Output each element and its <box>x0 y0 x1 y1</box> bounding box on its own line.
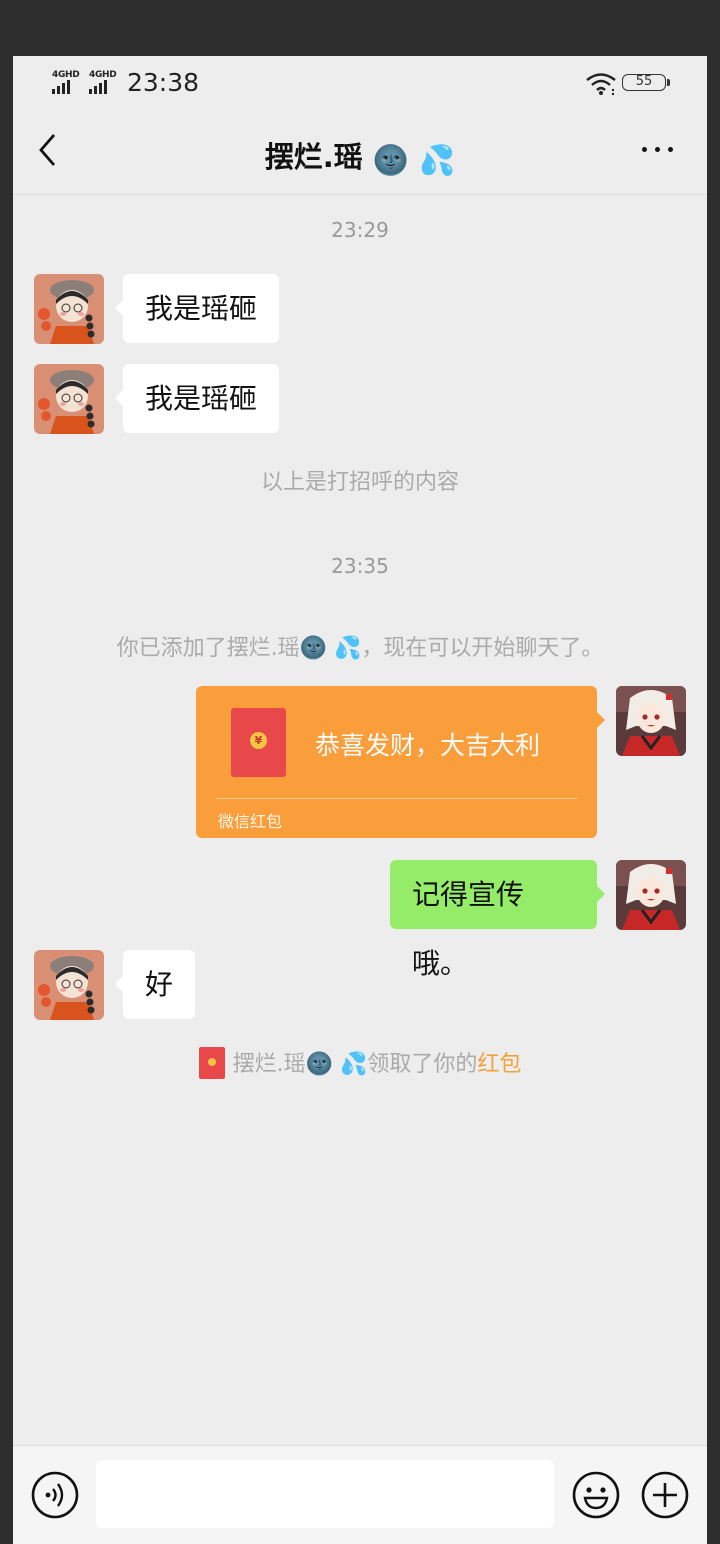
battery-icon: 55 <box>622 74 670 91</box>
emoji-icon[interactable] <box>571 1470 621 1520</box>
added-friend-note: 你已添加了摆烂.瑶🌚 💦，现在可以开始聊天了。 <box>13 630 707 662</box>
avatar-self[interactable] <box>616 686 686 756</box>
network-type: 4GHD <box>52 70 80 80</box>
added-note-suffix: ，现在可以开始聊天了。 <box>361 636 604 661</box>
message-bubble-sent[interactable]: 记得宣传哦。 <box>390 860 605 980</box>
status-time: 23:38 <box>127 68 200 97</box>
claim-text: 领取了你的 <box>367 1052 478 1077</box>
chat-screen: 4GHD 4GHD 23:38 55 摆烂.瑶 🌚 💦 23:29 我是瑶砸 我… <box>13 56 707 1544</box>
chat-title: 摆烂.瑶 🌚 💦 <box>13 134 707 178</box>
input-bar <box>13 1445 707 1544</box>
avatar-contact[interactable] <box>34 274 104 344</box>
claim-name: 摆烂.瑶 <box>232 1052 306 1077</box>
signal-icon: 4GHD <box>89 70 119 94</box>
red-packet-label: 微信红包 <box>218 812 283 831</box>
claim-emoji: 🌚 💦 <box>305 1052 368 1077</box>
network-type: 4GHD <box>89 70 117 80</box>
red-envelope-icon <box>198 1047 225 1079</box>
divider <box>216 798 577 799</box>
red-packet-text: 恭喜发财，大吉大利 <box>315 731 541 760</box>
message-bubble-received[interactable]: 我是瑶砸 <box>114 274 280 343</box>
timestamp: 23:29 <box>331 218 389 242</box>
wifi-icon <box>586 73 616 96</box>
red-packet-message[interactable]: ¥ 恭喜发财，大吉大利 微信红包 <box>196 686 605 838</box>
plus-icon[interactable] <box>640 1470 690 1520</box>
coin-icon: ¥ <box>250 732 267 749</box>
signal-icon: 4GHD <box>52 70 82 94</box>
message-bubble-received[interactable]: 我是瑶砸 <box>114 364 280 433</box>
red-packet-link[interactable]: 红包 <box>477 1052 521 1077</box>
added-note-prefix: 你已添加了摆烂.瑶 <box>116 636 300 661</box>
message-bubble-received[interactable]: 好 <box>114 950 196 1019</box>
status-bar: 4GHD 4GHD 23:38 55 <box>13 56 707 112</box>
title-bar: 摆烂.瑶 🌚 💦 <box>13 112 707 195</box>
greeting-note: 以上是打招呼的内容 <box>260 470 459 495</box>
red-envelope-icon: ¥ <box>231 708 286 777</box>
red-packet-claimed-note: 摆烂.瑶🌚 💦领取了你的红包 <box>13 1046 707 1079</box>
avatar-contact[interactable] <box>34 950 104 1020</box>
message-input[interactable] <box>96 1460 554 1528</box>
avatar-contact[interactable] <box>34 364 104 434</box>
voice-icon[interactable] <box>30 1470 80 1520</box>
more-dots-icon[interactable] <box>639 142 679 158</box>
avatar-self[interactable] <box>616 860 686 930</box>
added-note-emoji: 🌚 💦 <box>299 636 362 661</box>
contact-name: 摆烂.瑶 <box>264 140 363 174</box>
title-emoji: 🌚 💦 <box>372 143 456 177</box>
timestamp: 23:35 <box>331 554 389 578</box>
